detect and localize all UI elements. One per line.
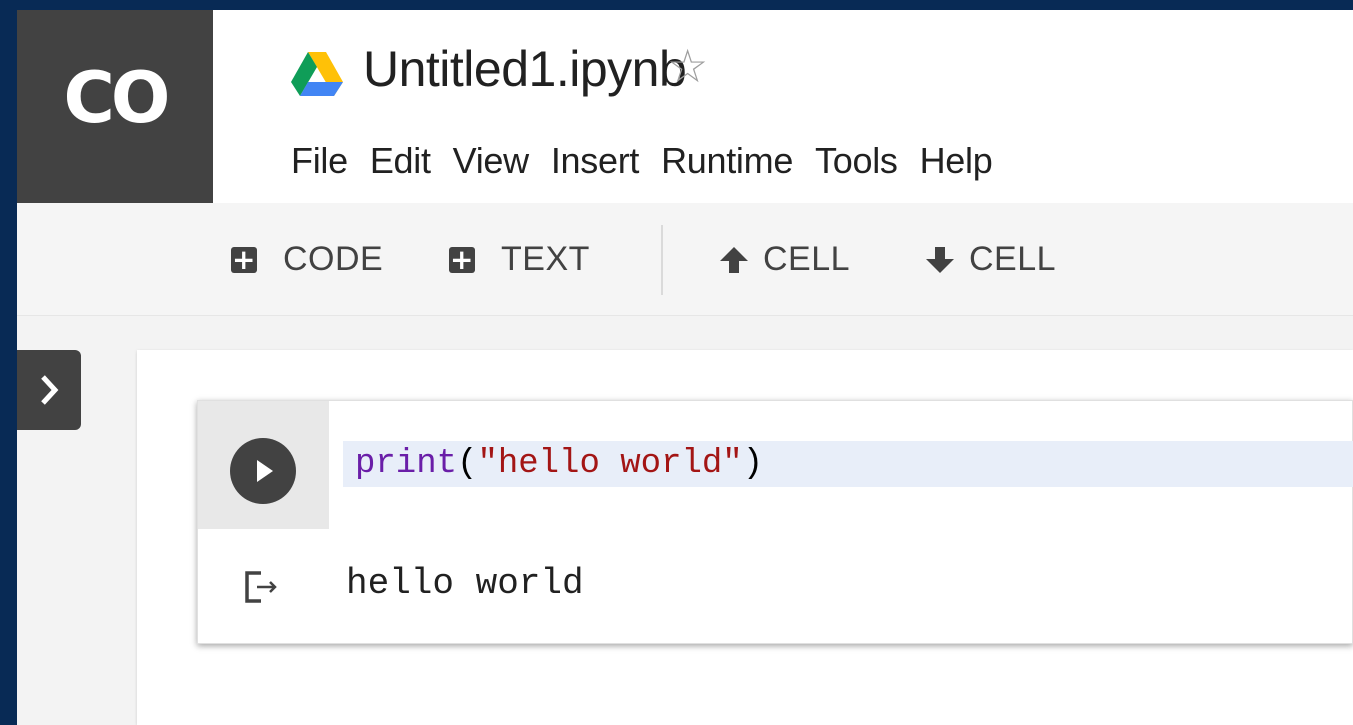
notebook-title[interactable]: Untitled1.ipynb [363, 34, 687, 104]
menu-insert[interactable]: Insert [551, 138, 640, 184]
toolbar: + CODE + TEXT CELL CELL [17, 203, 1353, 316]
plus-icon: + [231, 242, 257, 276]
output-text: hello world [346, 563, 584, 604]
code-line: print("hello world") [355, 441, 763, 487]
logo-text: CO [63, 57, 171, 139]
run-cell-button[interactable] [230, 438, 296, 504]
code-editor[interactable]: print("hello world") [343, 441, 1353, 487]
notebook-page: print("hello world") hello world [137, 350, 1353, 725]
code-function: print [355, 445, 458, 483]
cell-up-label: CELL [763, 240, 851, 278]
code-paren-open: ( [457, 445, 478, 483]
code-cell[interactable]: print("hello world") hello world [197, 400, 1353, 644]
move-cell-up-button[interactable]: CELL [719, 203, 850, 316]
add-text-label: TEXT [501, 240, 590, 278]
cell-output: hello world [198, 529, 1353, 645]
code-paren-close: ) [742, 445, 764, 483]
add-text-button[interactable]: + TEXT [449, 203, 590, 316]
colab-window: CO Untitled1.ipynb ☆ File Edit View Inse… [17, 10, 1353, 725]
menu-bar: File Edit View Insert Runtime Tools Help [291, 138, 1014, 184]
colab-logo[interactable]: CO [17, 10, 213, 203]
arrow-up-icon [720, 246, 748, 273]
move-cell-down-button[interactable]: CELL [925, 203, 1056, 316]
code-string: "hello world" [477, 445, 743, 483]
google-drive-icon [291, 52, 343, 96]
star-icon[interactable]: ☆ [667, 36, 708, 96]
menu-view[interactable]: View [453, 138, 529, 184]
plus-icon: + [449, 242, 475, 276]
add-code-button[interactable]: + CODE [231, 203, 383, 316]
menu-edit[interactable]: Edit [370, 138, 431, 184]
header: CO Untitled1.ipynb ☆ File Edit View Inse… [17, 10, 1353, 203]
menu-tools[interactable]: Tools [815, 138, 898, 184]
menu-file[interactable]: File [291, 138, 348, 184]
cell-gutter [198, 401, 329, 529]
arrow-down-icon [926, 246, 954, 273]
add-code-label: CODE [283, 240, 384, 278]
chevron-right-icon [41, 375, 59, 405]
menu-help[interactable]: Help [920, 138, 993, 184]
cell-down-label: CELL [969, 240, 1057, 278]
sidebar-toggle-button[interactable] [17, 350, 81, 430]
toolbar-divider [661, 225, 663, 295]
output-icon[interactable] [243, 567, 283, 607]
menu-runtime[interactable]: Runtime [661, 138, 793, 184]
